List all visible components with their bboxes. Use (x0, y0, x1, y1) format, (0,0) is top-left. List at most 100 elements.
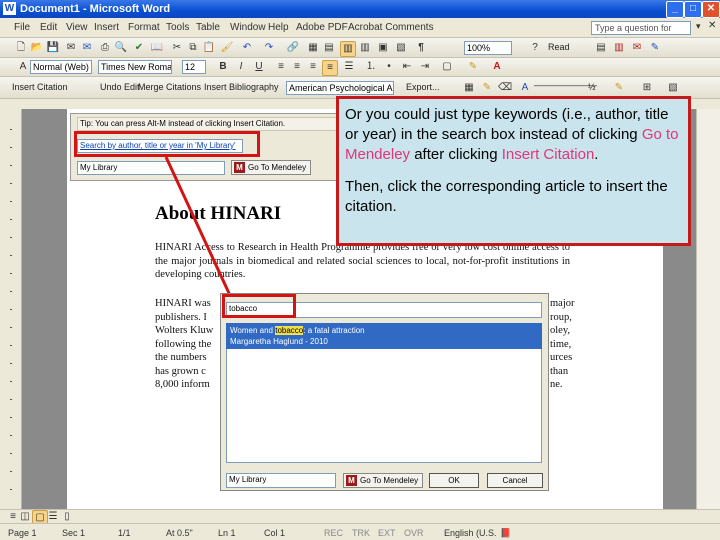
pencil-icon[interactable]: ✎ (480, 81, 494, 95)
outline-view-icon[interactable]: ☰ (46, 510, 60, 524)
spelling-icon[interactable]: ✔ (132, 41, 146, 55)
menu-view[interactable]: View (66, 22, 88, 33)
ok-button[interactable]: OK (429, 473, 479, 488)
maximize-button[interactable]: □ (684, 1, 702, 18)
help-icon[interactable]: ? (528, 41, 542, 55)
permission-icon[interactable]: ✉ (64, 41, 78, 55)
status-ovr[interactable]: OVR (404, 528, 424, 538)
spelling-status-icon[interactable]: 📕 (500, 528, 511, 539)
tables-borders-icon[interactable]: ▦ (306, 41, 320, 55)
decrease-indent-icon[interactable]: ⇤ (400, 60, 414, 74)
highlight-icon[interactable]: ✎ (466, 60, 480, 74)
pdf-icon[interactable]: ▤ (594, 41, 608, 55)
open-icon[interactable]: 📂 (30, 41, 44, 55)
pdf-email-icon[interactable]: ✉ (630, 41, 644, 55)
increase-indent-icon[interactable]: ⇥ (418, 60, 432, 74)
merge-citations-button[interactable]: Merge Citations (138, 82, 201, 92)
menu-file[interactable]: File (14, 22, 30, 33)
style-select[interactable]: Normal (Web) (30, 60, 92, 74)
bold-button[interactable]: B (216, 60, 230, 74)
font-select[interactable]: Times New Roman (98, 60, 172, 74)
hyperlink-icon[interactable]: 🔗 (286, 41, 300, 55)
undo-icon[interactable]: ↶ (240, 41, 254, 55)
underline-button[interactable]: U (252, 60, 266, 74)
font-size-select[interactable]: 12 (182, 60, 206, 74)
status-column: Col 1 (264, 528, 286, 538)
reading-view-icon[interactable]: ▯ (60, 510, 74, 524)
word-app-icon[interactable]: W (3, 2, 16, 15)
email-icon[interactable]: ✉ (80, 41, 94, 55)
line-weight-select[interactable]: ½ (588, 82, 596, 92)
insert-citation-button[interactable]: Insert Citation (12, 82, 68, 92)
format-painter-icon[interactable]: 🖌 (220, 41, 234, 55)
align-left-icon[interactable]: ≡ (274, 60, 288, 74)
popup-go-to-mendeley-button[interactable]: M Go To Mendeley (343, 473, 423, 488)
popup-library-select[interactable]: My Library (226, 473, 336, 488)
cancel-button[interactable]: Cancel (487, 473, 543, 488)
redo-icon[interactable]: ↷ (262, 41, 276, 55)
help-dropdown-icon[interactable]: ▾ (696, 21, 701, 32)
outside-border-icon[interactable]: ▢ (440, 60, 454, 74)
italic-button[interactable]: I (234, 60, 248, 74)
print-preview-icon[interactable]: 🔍 (114, 41, 128, 55)
insert-bibliography-button[interactable]: Insert Bibliography (204, 82, 279, 92)
print-icon[interactable]: ⎙ (98, 41, 112, 55)
new-document-icon[interactable]: 🗋 (14, 41, 28, 55)
insert-table-icon[interactable]: ▤ (322, 41, 336, 55)
zoom-select[interactable]: 100% (464, 41, 512, 55)
font-color-icon[interactable]: A (490, 60, 504, 74)
line-spacing-icon[interactable]: ☰ (342, 60, 356, 74)
pdf-review-icon[interactable]: ✎ (648, 41, 662, 55)
show-hide-icon[interactable]: ¶ (414, 41, 428, 55)
menu-format[interactable]: Format (128, 22, 160, 33)
go-to-mendeley-button[interactable]: M Go To Mendeley (231, 160, 311, 175)
status-trk[interactable]: TRK (352, 528, 370, 538)
status-rec[interactable]: REC (324, 528, 343, 538)
menu-insert[interactable]: Insert (94, 22, 119, 33)
undo-edit-button[interactable]: Undo Edit (100, 82, 140, 92)
menu-tools[interactable]: Tools (166, 22, 189, 33)
export-button[interactable]: Export... (406, 82, 440, 92)
status-ext[interactable]: EXT (378, 528, 396, 538)
research-icon[interactable]: 📖 (150, 41, 164, 55)
menu-window[interactable]: Window (230, 22, 266, 33)
convert-pdf-icon[interactable]: ▥ (612, 41, 626, 55)
vertical-scrollbar[interactable] (696, 109, 720, 509)
library-select[interactable]: My Library (77, 161, 225, 175)
save-icon[interactable]: 💾 (46, 41, 60, 55)
draw-table-icon[interactable]: ▦ (462, 81, 476, 95)
border-style-icon[interactable]: ⊞ (640, 81, 654, 95)
read-button[interactable]: Read (548, 42, 570, 52)
menu-help[interactable]: Help (268, 22, 289, 33)
border-color-icon[interactable]: ✎ (612, 81, 626, 95)
minimize-button[interactable]: _ (666, 1, 684, 18)
numbering-icon[interactable]: ⒈ (364, 60, 378, 74)
shading-icon[interactable]: ▧ (666, 81, 680, 95)
insert-excel-icon[interactable]: ▥ (340, 41, 356, 57)
search-result-item[interactable]: Women and tobacco: a fatal attraction Ma… (226, 323, 542, 349)
bullets-icon[interactable]: • (382, 60, 396, 74)
copy-icon[interactable]: ⧉ (186, 41, 200, 55)
justify-icon[interactable]: ≡ (322, 60, 338, 76)
drawing-icon[interactable]: ▣ (376, 41, 390, 55)
web-view-icon[interactable]: ◫ (18, 510, 32, 524)
styles-icon[interactable]: A (16, 60, 30, 74)
menu-acrobat-comments[interactable]: Acrobat Comments (348, 22, 434, 33)
align-center-icon[interactable]: ≡ (290, 60, 304, 74)
menu-table[interactable]: Table (196, 22, 220, 33)
paste-icon[interactable]: 📋 (202, 41, 216, 55)
close-button[interactable]: ✕ (702, 1, 720, 18)
columns-icon[interactable]: ▥ (358, 41, 372, 55)
menu-edit[interactable]: Edit (40, 22, 57, 33)
vertical-ruler[interactable] (0, 109, 22, 509)
help-question-box[interactable]: Type a question for help (591, 21, 691, 46)
eraser-icon[interactable]: ⌫ (498, 81, 512, 95)
doc-close-icon[interactable]: ✕ (708, 20, 716, 31)
align-right-icon[interactable]: ≡ (306, 60, 320, 74)
text-color-icon[interactable]: A (518, 81, 532, 95)
cut-icon[interactable]: ✂ (170, 41, 184, 55)
horizontal-scrollbar[interactable]: ≡ ◫ ▢ ☰ ▯ (0, 509, 720, 526)
document-map-icon[interactable]: ▧ (394, 41, 408, 55)
citation-style-select[interactable]: American Psychological Asso (286, 81, 394, 95)
menu-adobe-pdf[interactable]: Adobe PDF (296, 22, 348, 33)
